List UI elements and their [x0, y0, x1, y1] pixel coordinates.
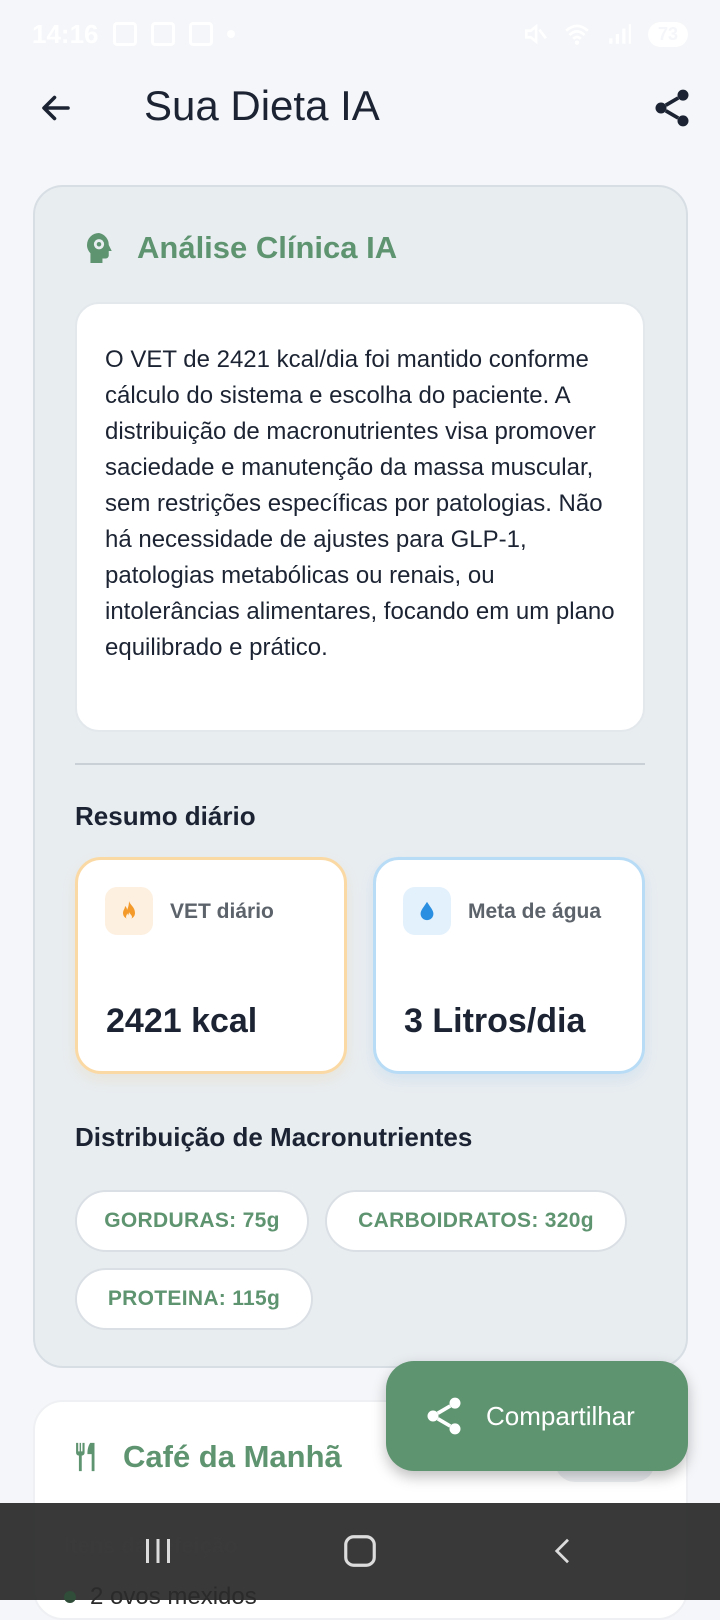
water-value: 3 Litros/dia	[404, 1002, 586, 1040]
home-icon	[344, 1535, 376, 1567]
vet-daily-card: VET diário 2421 kcal	[75, 857, 347, 1074]
analysis-text: O VET de 2421 kcal/dia foi mantido confo…	[105, 346, 615, 661]
share-icon	[655, 89, 689, 127]
system-nav-bar: Itens da refeição 2 ovos mexidos	[0, 1503, 720, 1610]
app-bar: Sua Dieta IA	[0, 70, 720, 146]
macro-chip-fat: GORDURAS: 75g	[75, 1190, 309, 1252]
bullet-icon	[64, 1591, 76, 1603]
wifi-icon	[565, 24, 589, 45]
divider	[75, 763, 645, 765]
utensils-icon	[76, 1442, 95, 1472]
analysis-title: Análise Clínica IA	[137, 230, 398, 265]
flame-icon	[123, 901, 135, 920]
clinical-analysis-card: Análise Clínica IA O VET de 2421 kcal/di…	[33, 185, 688, 1368]
share-fab[interactable]: Compartilhar	[386, 1361, 688, 1471]
recent-apps-button[interactable]	[138, 1531, 178, 1571]
water-drop-icon-box	[403, 887, 451, 935]
screenshot-icon	[188, 22, 213, 46]
arrow-left-icon	[42, 95, 70, 121]
vet-value: 2421 kcal	[106, 1002, 258, 1040]
status-bar: 14:16 73	[0, 0, 720, 68]
flame-icon-box	[105, 887, 153, 935]
battery-indicator: 73	[647, 21, 688, 47]
macros-heading: Distribuição de Macronutrientes	[75, 1122, 473, 1152]
meal-header: Café da Manhã	[69, 1438, 342, 1476]
mute-icon	[524, 23, 547, 45]
water-label: Meta de água	[468, 900, 602, 923]
calendar-icon	[112, 22, 137, 46]
back-nav-icon	[554, 1538, 569, 1564]
signal-icon	[609, 24, 631, 44]
vet-label: VET diário	[170, 900, 274, 923]
back-button[interactable]	[36, 88, 76, 128]
water-goal-card: Meta de água 3 Litros/dia	[373, 857, 645, 1074]
back-nav-button[interactable]	[548, 1531, 578, 1571]
analysis-text-box: O VET de 2421 kcal/dia foi mantido confo…	[75, 302, 645, 732]
macro-chip-protein: PROTEINA: 115g	[75, 1268, 313, 1330]
share-fab-label: Compartilhar	[486, 1400, 635, 1431]
recent-apps-icon	[146, 1539, 170, 1563]
daily-summary-heading: Resumo diário	[75, 801, 256, 831]
share-icon	[427, 1397, 461, 1435]
meal-item-text: 2 ovos mexidos	[90, 1583, 257, 1610]
page-title: Sua Dieta IA	[144, 82, 380, 129]
more-notifications-dot	[226, 30, 235, 38]
analysis-header: Análise Clínica IA	[81, 229, 397, 267]
status-time: 14:16	[32, 18, 99, 49]
brain-gear-icon	[87, 233, 112, 263]
notification-icon	[150, 22, 175, 46]
share-button[interactable]	[650, 86, 694, 130]
home-button[interactable]	[338, 1531, 382, 1571]
meal-item: 2 ovos mexidos	[64, 1583, 257, 1611]
meal-title: Café da Manhã	[123, 1439, 342, 1474]
macro-chip-carbs: CARBOIDRATOS: 320g	[325, 1190, 627, 1252]
water-drop-icon	[420, 901, 434, 921]
